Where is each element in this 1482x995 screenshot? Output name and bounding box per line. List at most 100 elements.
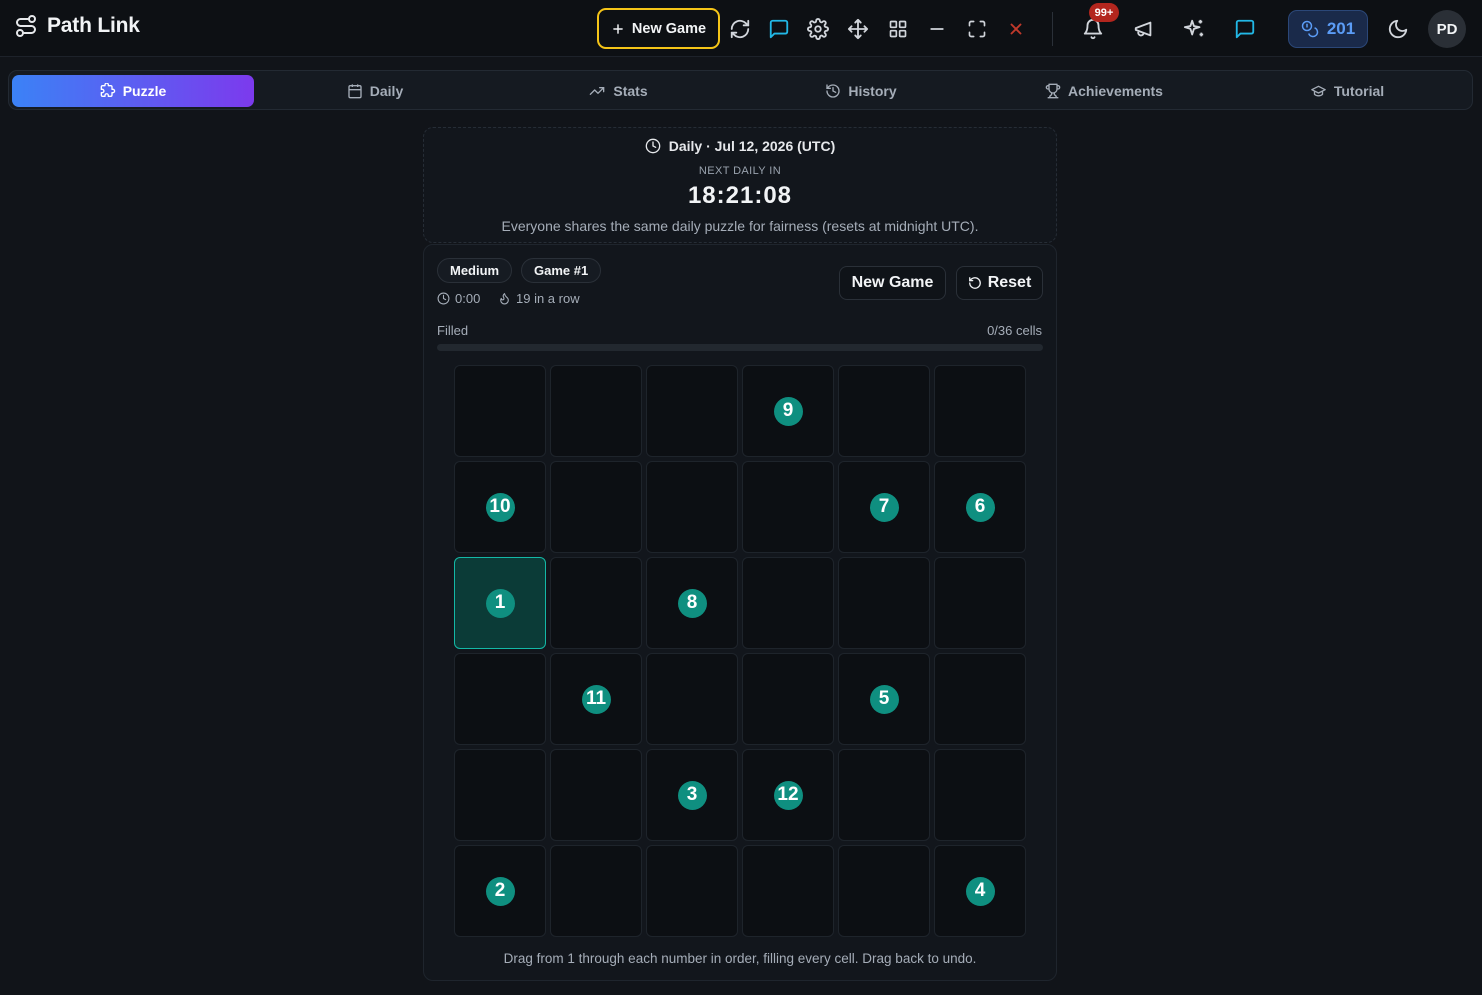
grid-cell[interactable] — [934, 653, 1026, 745]
moon-icon[interactable] — [1386, 17, 1410, 41]
reset-label: Reset — [987, 274, 1032, 291]
cell-number: 8 — [677, 588, 707, 618]
toolbar-divider — [1052, 12, 1053, 46]
game-card: Medium Game #1 0:00 19 in a row New Game… — [423, 244, 1057, 981]
avatar[interactable]: PD — [1428, 10, 1466, 48]
grid-cell[interactable]: 7 — [838, 461, 930, 553]
grid-cell[interactable] — [838, 845, 930, 937]
close-icon[interactable] — [1004, 17, 1028, 41]
grid-cell[interactable] — [838, 749, 930, 841]
grid-cell[interactable]: 10 — [454, 461, 546, 553]
daily-info-card: Daily · Jul 12, 2026 (UTC) NEXT DAILY IN… — [423, 127, 1057, 243]
puzzle-grid: 9 10 7 6 1 8 11 5 3 12 2 4 — [454, 365, 1028, 939]
next-daily-label: NEXT DAILY IN — [698, 165, 782, 177]
tab-stats[interactable]: Stats — [497, 75, 739, 107]
sparkles-icon[interactable] — [1182, 17, 1206, 41]
cell-number: 12 — [773, 780, 803, 810]
grid-cell[interactable] — [550, 749, 642, 841]
tab-history[interactable]: History — [740, 75, 982, 107]
grid-icon[interactable] — [886, 17, 910, 41]
grid-cell[interactable] — [742, 845, 834, 937]
grid-cell[interactable] — [550, 845, 642, 937]
tab-daily[interactable]: Daily — [254, 75, 496, 107]
tab-label: History — [848, 83, 897, 99]
trophy-icon — [1045, 83, 1061, 99]
calendar-icon — [347, 83, 363, 99]
coins-icon — [1301, 20, 1319, 38]
message-icon[interactable] — [1233, 17, 1257, 41]
grid-cell[interactable] — [934, 365, 1026, 457]
tab-label: Achievements — [1068, 83, 1163, 99]
grid-cell[interactable] — [646, 653, 738, 745]
cell-number: 1 — [485, 588, 515, 618]
cell-number: 7 — [869, 492, 899, 522]
grid-cell[interactable] — [454, 653, 546, 745]
grid-cell[interactable] — [550, 365, 642, 457]
cell-number: 3 — [677, 780, 707, 810]
grid-cell[interactable] — [454, 365, 546, 457]
refresh-icon[interactable] — [728, 17, 752, 41]
grid-cell[interactable] — [934, 557, 1026, 649]
grid-cell[interactable]: 6 — [934, 461, 1026, 553]
streak-value: 19 in a row — [516, 291, 580, 306]
new-game-button-secondary[interactable]: New Game — [839, 266, 946, 300]
new-game-button[interactable]: New Game — [597, 8, 720, 49]
grid-cell[interactable]: 3 — [646, 749, 738, 841]
daily-countdown: 18:21:08 — [687, 182, 793, 209]
grid-cell[interactable] — [646, 461, 738, 553]
instructions-text: Drag from 1 through each number in order… — [503, 951, 977, 966]
cell-number: 10 — [485, 492, 515, 522]
tab-achievements[interactable]: Achievements — [983, 75, 1225, 107]
minimize-icon[interactable] — [925, 17, 949, 41]
daily-note: Everyone shares the same daily puzzle fo… — [501, 218, 979, 234]
grid-cell[interactable]: 8 — [646, 557, 738, 649]
grid-cell[interactable] — [550, 557, 642, 649]
reset-button[interactable]: Reset — [956, 266, 1043, 300]
plus-icon — [611, 22, 625, 36]
tab-puzzle[interactable]: Puzzle — [12, 75, 254, 107]
grid-cell[interactable] — [454, 749, 546, 841]
streak: 19 in a row — [498, 291, 580, 306]
progress-label: Filled — [437, 323, 469, 338]
cell-number: 6 — [965, 492, 995, 522]
coin-balance[interactable]: 201 — [1288, 10, 1368, 48]
flame-icon — [498, 292, 511, 305]
grid-cell[interactable]: 4 — [934, 845, 1026, 937]
grid-cell[interactable]: 5 — [838, 653, 930, 745]
tab-label: Puzzle — [122, 83, 167, 99]
grid-cell[interactable] — [742, 653, 834, 745]
cell-number: 11 — [581, 684, 611, 714]
brand[interactable]: Path Link — [14, 14, 140, 38]
grid-cell[interactable]: 1 — [454, 557, 546, 649]
fullscreen-icon[interactable] — [965, 17, 989, 41]
new-game-label: New Game — [851, 274, 934, 291]
gear-icon[interactable] — [806, 17, 830, 41]
puzzle-icon — [100, 83, 116, 99]
tab-label: Stats — [613, 83, 648, 99]
grid-cell[interactable] — [742, 557, 834, 649]
grid-cell[interactable] — [646, 845, 738, 937]
grid-cell[interactable] — [838, 557, 930, 649]
new-game-label: New Game — [631, 20, 707, 37]
grid-cell[interactable] — [742, 461, 834, 553]
top-bar: Path Link New Game 99+ 201 PD — [0, 0, 1482, 57]
rotate-ccw-icon — [968, 276, 982, 290]
grid-cell[interactable] — [550, 461, 642, 553]
move-icon[interactable] — [846, 17, 870, 41]
grid-cell[interactable]: 9 — [742, 365, 834, 457]
grid-cell[interactable]: 12 — [742, 749, 834, 841]
grid-cell[interactable] — [838, 365, 930, 457]
daily-heading: Daily · Jul 12, 2026 (UTC) — [424, 138, 1056, 154]
grid-cell[interactable]: 2 — [454, 845, 546, 937]
cell-number: 5 — [869, 684, 899, 714]
megaphone-icon[interactable] — [1132, 17, 1156, 41]
grid-cell[interactable]: 11 — [550, 653, 642, 745]
grid-cell[interactable] — [646, 365, 738, 457]
difficulty-badge: Medium — [437, 258, 513, 283]
history-icon — [825, 83, 841, 99]
tab-tutorial[interactable]: Tutorial — [1226, 75, 1468, 107]
daily-date: Daily · Jul 12, 2026 (UTC) — [668, 138, 836, 154]
grid-cell[interactable] — [934, 749, 1026, 841]
chat-icon[interactable] — [767, 17, 791, 41]
timer-value: 0:00 — [455, 291, 481, 306]
